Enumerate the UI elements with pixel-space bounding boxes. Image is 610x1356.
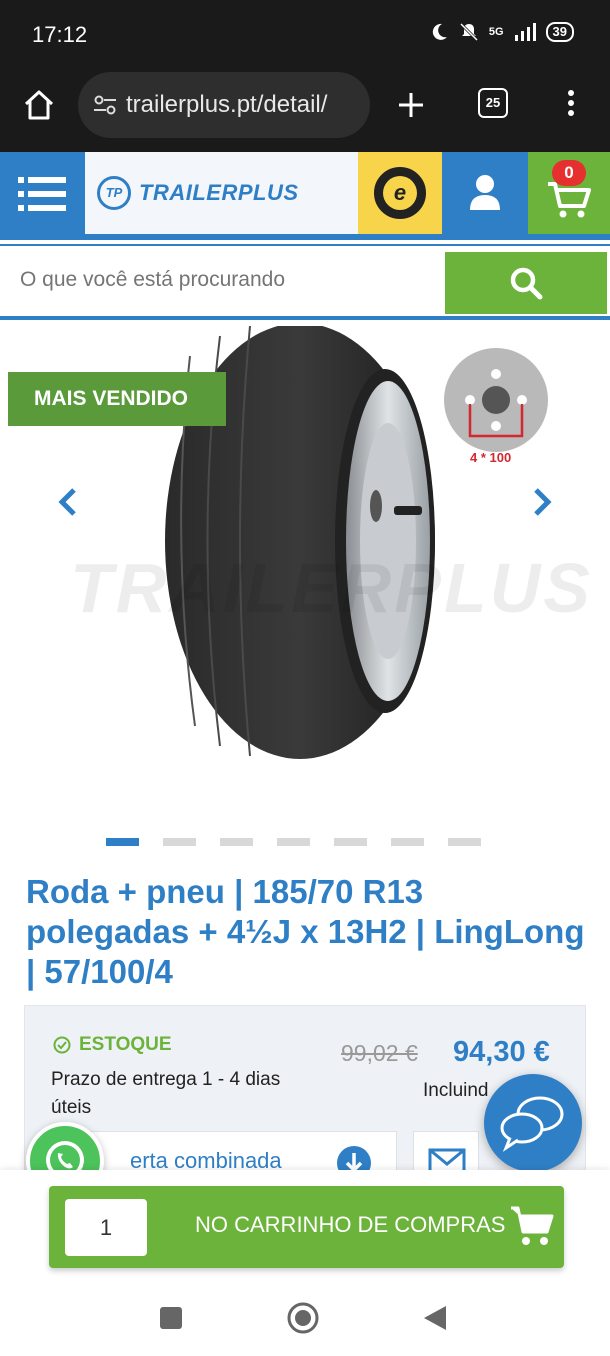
- site-header: TP TRAILERPLUS e 0: [0, 152, 610, 240]
- search-button[interactable]: [445, 252, 607, 314]
- carousel-dot-1[interactable]: [106, 838, 139, 846]
- tab-switcher-button[interactable]: 25: [478, 88, 508, 118]
- moon-icon: [432, 23, 447, 40]
- bolt-pattern-label: 4 * 100: [470, 450, 512, 465]
- menu-button[interactable]: [0, 152, 84, 236]
- cart-count-badge: 0: [552, 160, 586, 186]
- carousel-dot-2[interactable]: [163, 838, 196, 846]
- bolt-pattern-diagram: [444, 348, 548, 452]
- live-chat-button[interactable]: [484, 1074, 582, 1172]
- search-icon: [510, 267, 543, 300]
- network-label: 5G: [488, 26, 504, 38]
- bell-muted-icon: [459, 22, 478, 42]
- url-text: trailerplus.pt/detail/: [126, 91, 328, 118]
- add-to-cart-label: NO CARRINHO DE COMPRAS: [195, 1212, 506, 1237]
- shopping-cart-icon: [548, 182, 591, 218]
- current-price: 94,30 €: [453, 1036, 550, 1068]
- product-title: Roda + pneu | 185/70 R13 polegadas + 4½J…: [26, 873, 585, 990]
- add-to-cart-bar: NO CARRINHO DE COMPRAS: [0, 1170, 610, 1290]
- battery-indicator: 39: [545, 22, 574, 42]
- carousel-dots: [106, 838, 481, 846]
- logo-text: TRAILERPLUS: [139, 180, 299, 205]
- search-bar: [0, 244, 610, 320]
- add-to-cart-button[interactable]: NO CARRINHO DE COMPRAS: [49, 1186, 564, 1268]
- account-button[interactable]: [442, 152, 528, 234]
- site-settings-icon[interactable]: [92, 92, 118, 118]
- status-time: 17:12: [32, 22, 88, 47]
- bolt-pattern-icon: [465, 369, 527, 438]
- trusted-shops-icon: e: [383, 176, 417, 210]
- bestseller-badge: MAIS VENDIDO: [8, 372, 226, 426]
- status-bar: 17:12 5G 39: [0, 0, 610, 70]
- signal-icon: [514, 23, 536, 41]
- address-bar[interactable]: trailerplus.pt/detail/: [78, 72, 370, 138]
- next-image-icon[interactable]: [530, 486, 554, 518]
- cart-button[interactable]: 0: [528, 152, 610, 234]
- chat-bubbles-icon: [500, 1096, 564, 1152]
- new-tab-icon[interactable]: [396, 90, 426, 120]
- carousel-dot-5[interactable]: [334, 838, 367, 846]
- carousel-dot-7[interactable]: [448, 838, 481, 846]
- previous-image-icon[interactable]: [56, 486, 80, 518]
- delivery-time: Prazo de entrega 1 - 4 dias úteis: [51, 1069, 281, 1118]
- logo-mark: TP: [97, 176, 131, 210]
- old-price: 99,02 €: [341, 1040, 418, 1066]
- cart-icon: [511, 1206, 554, 1245]
- site-logo[interactable]: TP TRAILERPLUS: [85, 152, 358, 234]
- user-icon: [470, 175, 500, 210]
- recent-apps-icon[interactable]: [159, 1306, 183, 1330]
- back-icon[interactable]: [422, 1304, 448, 1332]
- carousel-dot-4[interactable]: [277, 838, 310, 846]
- system-navigation-bar: [0, 1290, 610, 1356]
- more-options-icon[interactable]: [556, 88, 586, 118]
- status-icons: 5G 39: [429, 22, 574, 42]
- trusted-shops-badge[interactable]: e: [358, 152, 442, 234]
- hamburger-menu-icon: [18, 177, 66, 211]
- browser-toolbar: trailerplus.pt/detail/ 25: [0, 70, 610, 152]
- home-button-icon[interactable]: [286, 1301, 320, 1335]
- home-icon[interactable]: [22, 88, 56, 122]
- quantity-input[interactable]: [65, 1199, 147, 1256]
- stock-status: ESTOQUE: [53, 1034, 172, 1056]
- stock-label: ESTOQUE: [79, 1034, 172, 1055]
- watermark: TRAILERPLUS: [70, 549, 593, 627]
- vat-included-text: Incluind: [423, 1080, 489, 1101]
- product-gallery[interactable]: TRAILERPLUS MAIS VENDIDO 4 * 100: [0, 326, 610, 826]
- carousel-dot-6[interactable]: [391, 838, 424, 846]
- search-input[interactable]: [20, 268, 430, 292]
- carousel-dot-3[interactable]: [220, 838, 253, 846]
- check-circle-icon: [53, 1036, 71, 1054]
